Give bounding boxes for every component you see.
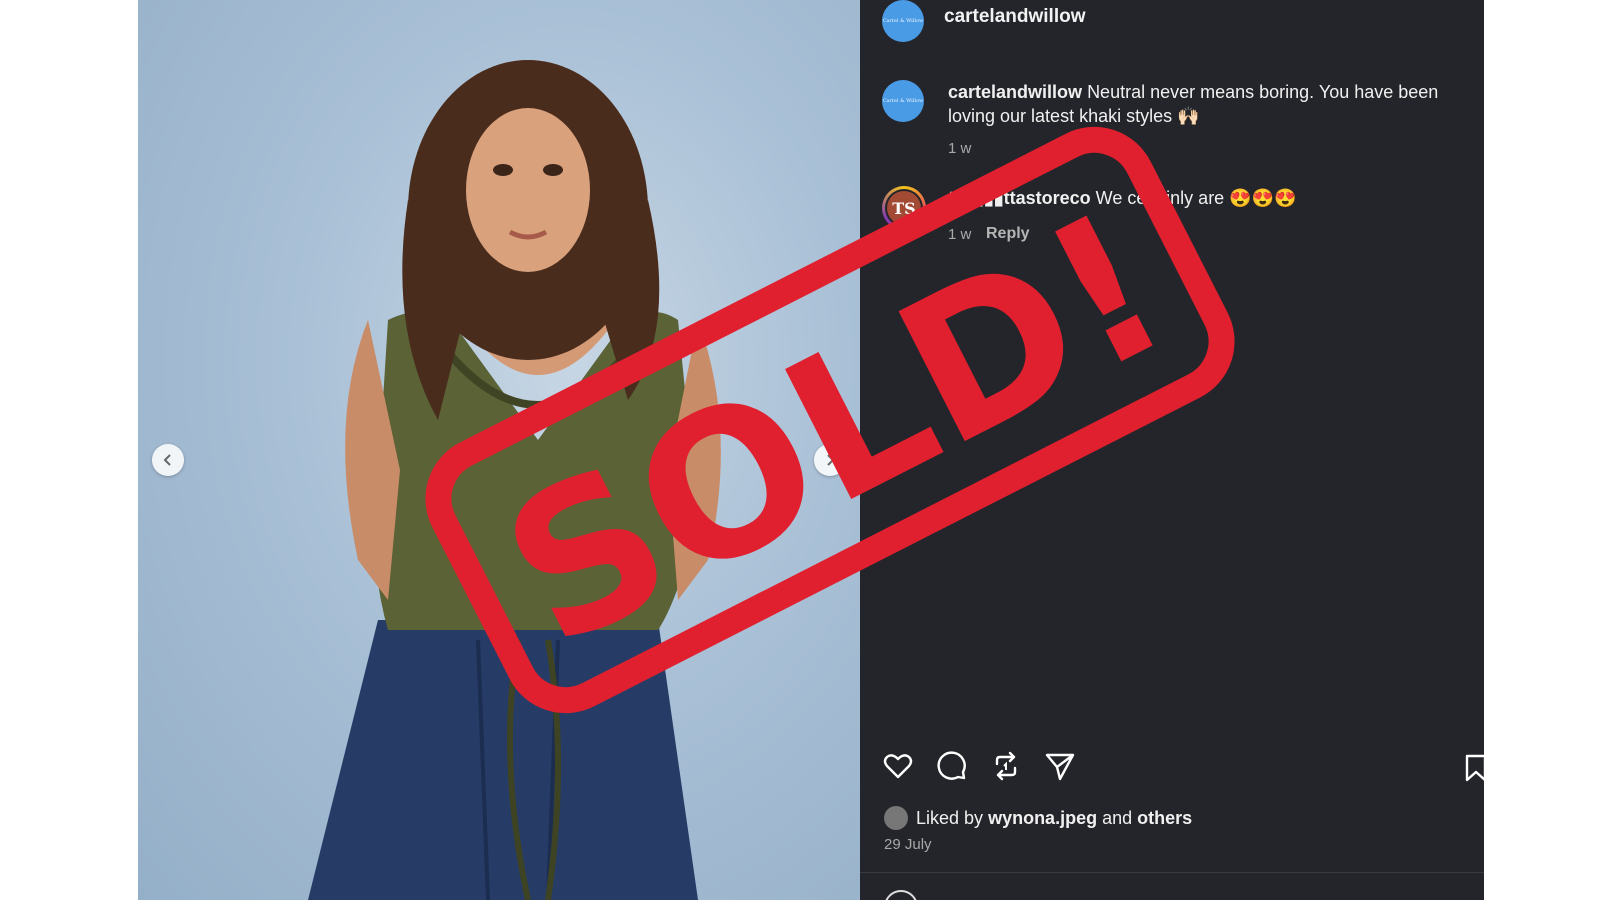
divider	[860, 872, 1484, 873]
comment-age: 1 w	[948, 226, 972, 243]
repost-icon[interactable]	[990, 750, 1022, 782]
likes-and: and	[1102, 807, 1133, 828]
commenter-avatar[interactable]: TS	[882, 186, 926, 230]
caption-age: 1 w	[948, 140, 972, 157]
instagram-post: Cartel & Willow cartelandwillow Cartel &…	[138, 0, 1484, 900]
comment: te▮▮▮▮ttastoreco We ce▮▮inly are 😍😍😍	[948, 188, 1296, 209]
chevron-right-icon	[827, 454, 835, 466]
like-icon[interactable]	[882, 750, 914, 782]
post-caption: cartelandwillow Neutral never means bori…	[948, 80, 1468, 128]
likes-others-link[interactable]: others	[1137, 808, 1192, 829]
comment-text: We ce▮▮inly are 😍😍😍	[1095, 188, 1297, 208]
next-image-button[interactable]	[814, 444, 846, 476]
liker-avatar[interactable]	[884, 806, 908, 830]
previous-image-button[interactable]	[152, 444, 184, 476]
emoji-icon[interactable]	[884, 890, 918, 900]
liker-username[interactable]: wynona.jpeg	[988, 808, 1097, 829]
model-photo	[308, 60, 721, 900]
reply-button[interactable]: Reply	[986, 225, 1030, 243]
post-image[interactable]	[138, 0, 860, 900]
header-avatar[interactable]: Cartel & Willow	[882, 0, 924, 42]
likes-summary: Liked by wynona.jpeg and others	[884, 806, 1192, 830]
header-username[interactable]: cartelandwillow	[944, 6, 1085, 28]
post-date: 29 July	[884, 836, 932, 853]
caption-avatar[interactable]: Cartel & Willow	[882, 80, 924, 122]
chevron-left-icon	[163, 454, 171, 466]
post-sidebar: Cartel & Willow cartelandwillow Cartel &…	[860, 0, 1484, 900]
action-bar	[882, 750, 1076, 782]
avatar-text: Cartel & Willow	[882, 18, 924, 24]
comment-username[interactable]: te▮▮▮▮ttastoreco	[948, 188, 1091, 208]
commenter-avatar-logo: TS	[887, 191, 921, 225]
bookmark-icon[interactable]	[1464, 754, 1484, 782]
caption-username[interactable]: cartelandwillow	[948, 82, 1082, 102]
comment-icon[interactable]	[936, 750, 968, 782]
avatar-text: Cartel & Willow	[882, 98, 924, 104]
share-icon[interactable]	[1044, 750, 1076, 782]
likes-prefix: Liked by	[916, 807, 984, 828]
